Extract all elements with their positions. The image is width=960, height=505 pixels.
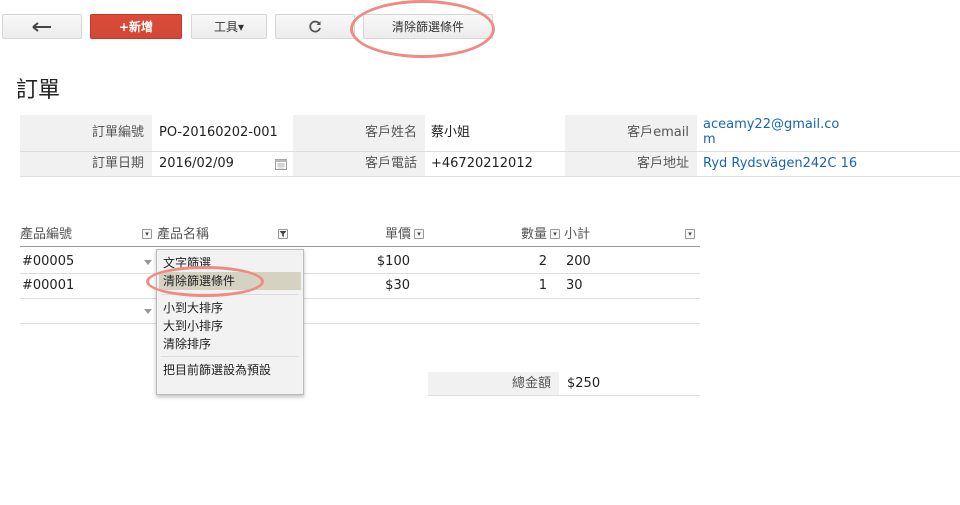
cell-product-no[interactable]: #00001 [22,277,74,295]
cell-subtotal: 200 [566,254,591,269]
menu-item-sort-asc[interactable]: 小到大排序 [163,300,223,316]
page-title: 訂單 [16,78,61,103]
total-value: $250 [567,376,601,391]
col-header-qty: 數量 [521,227,548,242]
cell-price[interactable]: $100 [300,253,410,271]
col-dropdown-product-no[interactable]: ▾ [142,229,152,239]
col-header-product-no: 產品編號 [20,227,73,242]
address-label: 客戶地址 [565,152,697,176]
email-value-line1: aceamy22@gmail.co [703,117,840,132]
row-divider [20,298,700,299]
menu-item-set-default[interactable]: 把目前篩選設為預設 [163,362,271,378]
phone-value[interactable]: +46720212012 [431,152,561,176]
form-row-1: 訂單編號 PO-20160202-001 客戶姓名 蔡小姐 客戶email ac… [20,115,960,151]
order-no-value[interactable]: PO-20160202-001 [159,115,289,151]
email-value[interactable]: aceamy22@gmail.co m [703,115,843,153]
menu-item-clear-sort[interactable]: 清除排序 [163,336,211,352]
new-button[interactable]: +新增 [90,14,182,39]
cell-subtotal: 30 [566,278,583,293]
order-no-label: 訂單編號 [20,115,152,151]
form-row-2: 訂單日期 2016/02/09 客戶電話 +46720212012 客戶地址 R… [20,152,960,176]
col-filter-product-name[interactable] [278,229,288,239]
phone-label: 客戶電話 [293,152,425,176]
menu-item-clear-filter[interactable]: 清除篩選條件 [159,272,301,290]
refresh-button[interactable] [275,14,355,39]
filter-icon [279,231,287,237]
customer-name-label: 客戶姓名 [293,115,425,151]
arrow-left-icon [32,21,51,32]
address-value[interactable]: Ryd Rydsvägen242C 16 [703,152,903,176]
order-date-value[interactable]: 2016/02/09 [159,152,269,176]
filter-menu: 文字篩選 清除篩選條件 小到大排序 大到小排序 清除排序 把目前篩選設為預設 [156,249,304,395]
table-header-line [20,246,700,247]
back-button[interactable] [2,14,82,39]
cell-price[interactable]: $30 [300,277,410,295]
col-dropdown-qty[interactable]: ▾ [550,229,560,239]
customer-name-value[interactable]: 蔡小姐 [431,115,561,151]
chevron-down-icon[interactable] [144,260,152,265]
menu-separator [161,356,299,357]
col-header-product-name: 產品名稱 [157,227,210,242]
clear-filter-button[interactable]: 清除篩選條件 [363,14,493,39]
email-label: 客戶email [565,115,697,151]
row-divider [20,273,700,274]
form-bottom-line [20,176,960,177]
col-dropdown-price[interactable]: ▾ [414,229,424,239]
col-header-subtotal: 小計 [564,227,591,242]
order-date-label: 訂單日期 [20,152,152,176]
cell-qty[interactable]: 2 [430,253,547,271]
chevron-down-icon[interactable] [144,309,152,314]
row-divider [20,323,700,324]
col-dropdown-subtotal[interactable]: ▾ [685,229,695,239]
col-header-price: 單價 [385,227,412,242]
tools-button[interactable]: 工具▾ [191,14,267,39]
refresh-icon [309,20,321,32]
cell-product-no[interactable]: #00005 [22,253,74,271]
menu-item-text-filter[interactable]: 文字篩選 [163,255,211,271]
email-value-line2: m [703,132,716,147]
total-label: 總金額 [428,372,559,395]
total-line [428,395,700,396]
menu-separator [161,294,299,295]
menu-item-sort-desc[interactable]: 大到小排序 [163,318,223,334]
calendar-icon[interactable] [275,158,287,170]
cell-qty[interactable]: 1 [430,277,547,295]
